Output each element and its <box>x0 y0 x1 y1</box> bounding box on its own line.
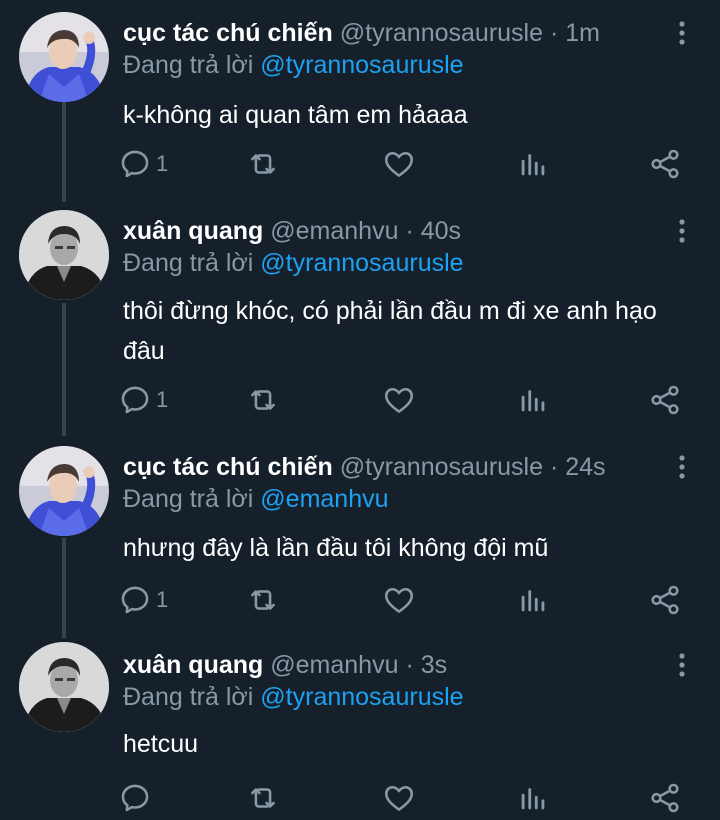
share-icon <box>648 147 682 181</box>
timestamp[interactable]: 24s <box>565 453 605 481</box>
replying-to-label: Đang trả lời <box>123 485 254 513</box>
tweet-header: cục tác chú chiến @tyrannosaurusle · 24s <box>123 452 606 482</box>
action-bar: 1 <box>118 142 708 186</box>
reply-count: 1 <box>156 387 169 412</box>
separator: · <box>549 453 559 481</box>
share-icon <box>648 383 682 417</box>
replying-to: Đang trả lời @tyrannosaurusle <box>123 50 464 80</box>
tweet-text: thôi đừng khóc, có phải lần đầu m đi xe … <box>123 297 657 365</box>
retweet-icon <box>246 583 280 617</box>
monochrome-avatar-icon <box>19 642 109 732</box>
separator: · <box>405 651 414 679</box>
reply-count: 1 <box>156 587 169 612</box>
analytics-button[interactable] <box>516 142 550 186</box>
separator: · <box>405 217 414 245</box>
heart-icon <box>382 147 416 181</box>
more-options-icon[interactable] <box>672 18 692 48</box>
replying-to: Đang trả lời @emanhvu <box>123 484 389 514</box>
mention-link[interactable]: @tyrannosaurusle <box>260 51 463 79</box>
retweet-icon <box>246 147 280 181</box>
tweet-text: k-không ai quan tâm em hảaaa <box>123 101 468 129</box>
stats-icon <box>516 147 550 181</box>
tweet-text: nhưng đây là lần đầu tôi không đội mũ <box>123 534 549 562</box>
replying-to-label: Đang trả lời <box>123 249 254 277</box>
retweet-button[interactable] <box>246 578 280 622</box>
avatar[interactable] <box>19 642 109 732</box>
display-name[interactable]: xuân quang <box>123 217 263 245</box>
more-options-icon[interactable] <box>672 216 692 246</box>
heart-icon <box>382 583 416 617</box>
tweet[interactable]: xuân quang @emanhvu · 3s Đang trả lời @t… <box>0 636 720 816</box>
heart-icon <box>382 383 416 417</box>
tweet-header: xuân quang @emanhvu · 40s <box>123 216 461 246</box>
share-icon <box>648 583 682 617</box>
replying-to-label: Đang trả lời <box>123 51 254 79</box>
reply-icon <box>118 147 152 181</box>
like-button[interactable] <box>382 578 416 622</box>
stats-icon <box>516 781 550 815</box>
share-button[interactable] <box>648 578 682 622</box>
share-button[interactable] <box>648 378 682 422</box>
tweet[interactable]: xuân quang @emanhvu · 40s Đang trả lời @… <box>0 200 720 436</box>
timestamp[interactable]: 1m <box>565 19 600 47</box>
share-button[interactable] <box>648 142 682 186</box>
retweet-button[interactable] <box>246 776 280 820</box>
handle[interactable]: @emanhvu <box>270 217 398 245</box>
retweet-icon <box>246 781 280 815</box>
blue-sweater-avatar-icon <box>19 12 109 102</box>
like-button[interactable] <box>382 378 416 422</box>
reply-button[interactable] <box>118 776 156 820</box>
handle[interactable]: @emanhvu <box>270 651 398 679</box>
reply-button[interactable]: 1 <box>118 578 168 622</box>
analytics-button[interactable] <box>516 776 550 820</box>
retweet-icon <box>246 383 280 417</box>
mention-link[interactable]: @emanhvu <box>260 485 388 513</box>
avatar[interactable] <box>19 446 109 536</box>
blue-sweater-avatar-icon <box>19 446 109 536</box>
replying-to: Đang trả lời @tyrannosaurusle <box>123 682 464 712</box>
reply-icon <box>118 583 152 617</box>
mention-link[interactable]: @tyrannosaurusle <box>260 249 463 277</box>
tweet[interactable]: cục tác chú chiến @tyrannosaurusle · 1m … <box>0 0 720 200</box>
like-button[interactable] <box>382 776 416 820</box>
avatar[interactable] <box>19 12 109 102</box>
handle[interactable]: @tyrannosaurusle <box>340 453 543 481</box>
tweet-header: cục tác chú chiến @tyrannosaurusle · 1m <box>123 18 600 48</box>
reply-button[interactable]: 1 <box>118 378 168 422</box>
tweet-header: xuân quang @emanhvu · 3s <box>123 650 447 680</box>
share-button[interactable] <box>648 776 682 820</box>
separator: · <box>549 19 559 47</box>
reply-count: 1 <box>156 151 169 176</box>
replying-to: Đang trả lời @tyrannosaurusle <box>123 248 464 278</box>
heart-icon <box>382 781 416 815</box>
timestamp[interactable]: 3s <box>421 651 447 679</box>
tweet[interactable]: cục tác chú chiến @tyrannosaurusle · 24s… <box>0 436 720 636</box>
analytics-button[interactable] <box>516 378 550 422</box>
more-options-icon[interactable] <box>672 650 692 680</box>
timestamp[interactable]: 40s <box>421 217 461 245</box>
analytics-button[interactable] <box>516 578 550 622</box>
more-options-icon[interactable] <box>672 452 692 482</box>
display-name[interactable]: xuân quang <box>123 651 263 679</box>
reply-button[interactable]: 1 <box>118 142 168 186</box>
stats-icon <box>516 583 550 617</box>
action-bar: 1 <box>118 578 708 622</box>
tweet-text: hetcuu <box>123 730 199 758</box>
share-icon <box>648 781 682 815</box>
display-name[interactable]: cục tác chú chiến <box>123 453 333 481</box>
mention-link[interactable]: @tyrannosaurusle <box>260 683 463 711</box>
display-name[interactable]: cục tác chú chiến <box>123 19 333 47</box>
action-bar <box>118 776 708 820</box>
reply-icon <box>118 383 152 417</box>
handle[interactable]: @tyrannosaurusle <box>340 19 543 47</box>
avatar[interactable] <box>19 210 109 300</box>
action-bar: 1 <box>118 378 708 422</box>
stats-icon <box>516 383 550 417</box>
like-button[interactable] <box>382 142 416 186</box>
reply-icon <box>118 781 152 815</box>
retweet-button[interactable] <box>246 378 280 422</box>
replying-to-label: Đang trả lời <box>123 683 254 711</box>
monochrome-avatar-icon <box>19 210 109 300</box>
retweet-button[interactable] <box>246 142 280 186</box>
